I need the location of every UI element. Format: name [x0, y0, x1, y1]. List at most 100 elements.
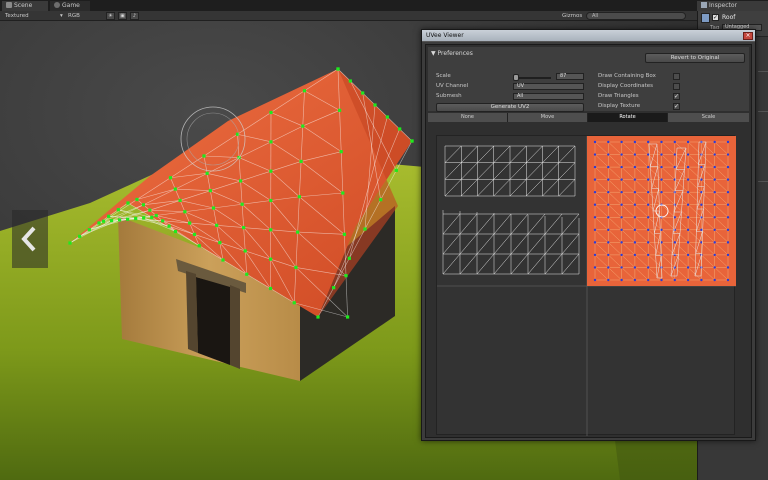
vertex-handle[interactable]	[299, 159, 303, 164]
vertex-handle[interactable]	[245, 272, 249, 276]
vertex-handle[interactable]	[221, 258, 225, 262]
vertex-handle[interactable]	[344, 274, 348, 278]
vertex-handle[interactable]	[342, 232, 346, 236]
image-toggle-icon[interactable]: ▣	[118, 12, 127, 20]
vertex-handle[interactable]	[141, 203, 146, 207]
vertex-handle[interactable]	[297, 195, 301, 199]
vertex-handle[interactable]	[242, 225, 246, 230]
vertex-handle[interactable]	[197, 244, 201, 248]
vertex-handle[interactable]	[126, 201, 130, 205]
vertex-handle[interactable]	[379, 198, 383, 202]
vertex-handle[interactable]	[109, 218, 114, 223]
generate-uv2-button[interactable]: Generate UV2	[436, 103, 584, 112]
tab-inspector[interactable]: Inspector	[697, 1, 768, 11]
vertex-handle[interactable]	[205, 171, 209, 175]
vertex-handle[interactable]	[218, 241, 222, 245]
vertex-handle[interactable]	[134, 216, 138, 221]
scale-value-field[interactable]: 87	[556, 73, 584, 80]
vertex-handle[interactable]	[269, 110, 273, 115]
previous-slide-button[interactable]	[12, 210, 48, 268]
vertex-handle[interactable]	[168, 176, 173, 180]
vertex-handle[interactable]	[148, 208, 152, 212]
preferences-foldout[interactable]: ▼ Preferences	[431, 50, 473, 57]
uv-canvas[interactable]	[436, 135, 736, 436]
vertex-handle[interactable]	[240, 202, 244, 206]
tab-game[interactable]: Game	[50, 1, 90, 11]
vertex-handle[interactable]	[385, 115, 389, 119]
lighting-toggle-icon[interactable]: ☀	[106, 12, 115, 20]
scene-search-input[interactable]: All	[586, 12, 686, 20]
display-texture-checkbox[interactable]: ✓	[673, 103, 680, 110]
vertex-handle[interactable]	[68, 241, 72, 245]
vertex-handle[interactable]	[142, 216, 146, 220]
vertex-handle[interactable]	[361, 91, 365, 95]
vertex-handle[interactable]	[268, 257, 273, 261]
window-title[interactable]: UVee Viewer	[422, 30, 755, 42]
draw-containing-box-checkbox[interactable]	[673, 73, 680, 80]
vertex-handle[interactable]	[150, 215, 154, 219]
color-mode-dropdown[interactable]: RGB	[68, 12, 80, 20]
vertex-handle[interactable]	[202, 154, 206, 158]
vertex-handle[interactable]	[269, 228, 273, 232]
vertex-handle[interactable]	[269, 198, 273, 203]
vertex-handle[interactable]	[161, 219, 165, 223]
draw-triangles-checkbox[interactable]: ✓	[673, 93, 680, 100]
submesh-dropdown[interactable]: All	[513, 93, 584, 100]
vertex-handle[interactable]	[363, 227, 367, 231]
mode-scale-button[interactable]: Scale	[668, 113, 749, 122]
vertex-handle[interactable]	[211, 206, 216, 210]
vertex-handle[interactable]	[348, 79, 352, 83]
vertex-handle[interactable]	[238, 179, 243, 183]
vertex-handle[interactable]	[341, 191, 345, 195]
vertex-handle[interactable]	[338, 108, 342, 112]
vertex-handle[interactable]	[173, 229, 178, 234]
vertex-handle[interactable]	[346, 315, 350, 319]
vertex-handle[interactable]	[347, 256, 351, 260]
active-checkbox[interactable]: ✓	[712, 14, 719, 21]
vertex-handle[interactable]	[116, 208, 120, 212]
display-coordinates-checkbox[interactable]	[673, 83, 680, 90]
vertex-handle[interactable]	[87, 228, 91, 232]
vertex-handle[interactable]	[178, 198, 182, 203]
close-icon[interactable]: ×	[743, 32, 753, 40]
revert-to-original-button[interactable]: Revert to Original	[645, 53, 745, 63]
object-name-field[interactable]: Roof	[722, 14, 735, 21]
vertex-handle[interactable]	[107, 214, 111, 218]
vertex-handle[interactable]	[188, 221, 192, 225]
vertex-handle[interactable]	[135, 197, 139, 202]
vertex-handle[interactable]	[398, 127, 402, 131]
vertex-handle[interactable]	[117, 218, 122, 222]
vertex-handle[interactable]	[243, 249, 247, 253]
vertex-handle[interactable]	[339, 150, 343, 154]
vertex-handle[interactable]	[269, 169, 273, 173]
vertex-handle[interactable]	[332, 286, 336, 290]
vertex-handle[interactable]	[269, 140, 273, 144]
vertex-handle[interactable]	[394, 168, 398, 172]
vertex-handle[interactable]	[215, 223, 219, 227]
vertex-handle[interactable]	[208, 189, 212, 193]
vertex-handle[interactable]	[302, 89, 307, 93]
vertex-handle[interactable]	[167, 224, 171, 228]
vertex-handle[interactable]	[154, 213, 158, 218]
vertex-handle[interactable]	[192, 232, 197, 237]
mode-rotate-button[interactable]: Rotate	[588, 113, 668, 122]
vertex-handle[interactable]	[316, 315, 320, 319]
vertex-handle[interactable]	[173, 187, 177, 191]
vertex-handle[interactable]	[373, 103, 377, 107]
vertex-handle[interactable]	[268, 286, 273, 291]
vertex-handle[interactable]	[336, 67, 340, 71]
vertex-handle[interactable]	[294, 265, 298, 270]
scale-slider-handle[interactable]	[513, 74, 519, 81]
mode-move-button[interactable]: Move	[508, 113, 588, 122]
uv-channel-dropdown[interactable]: UV	[513, 83, 584, 90]
vertex-handle[interactable]	[78, 234, 82, 238]
vertex-handle[interactable]	[101, 219, 106, 223]
vertex-handle[interactable]	[296, 230, 300, 234]
audio-toggle-icon[interactable]: ♪	[130, 12, 139, 20]
vertex-handle[interactable]	[292, 301, 296, 305]
vertex-handle[interactable]	[126, 217, 130, 221]
vertex-handle[interactable]	[410, 139, 414, 143]
tab-scene[interactable]: Scene	[2, 1, 48, 11]
vertex-handle[interactable]	[183, 210, 187, 214]
mode-none-button[interactable]: None	[428, 113, 508, 122]
